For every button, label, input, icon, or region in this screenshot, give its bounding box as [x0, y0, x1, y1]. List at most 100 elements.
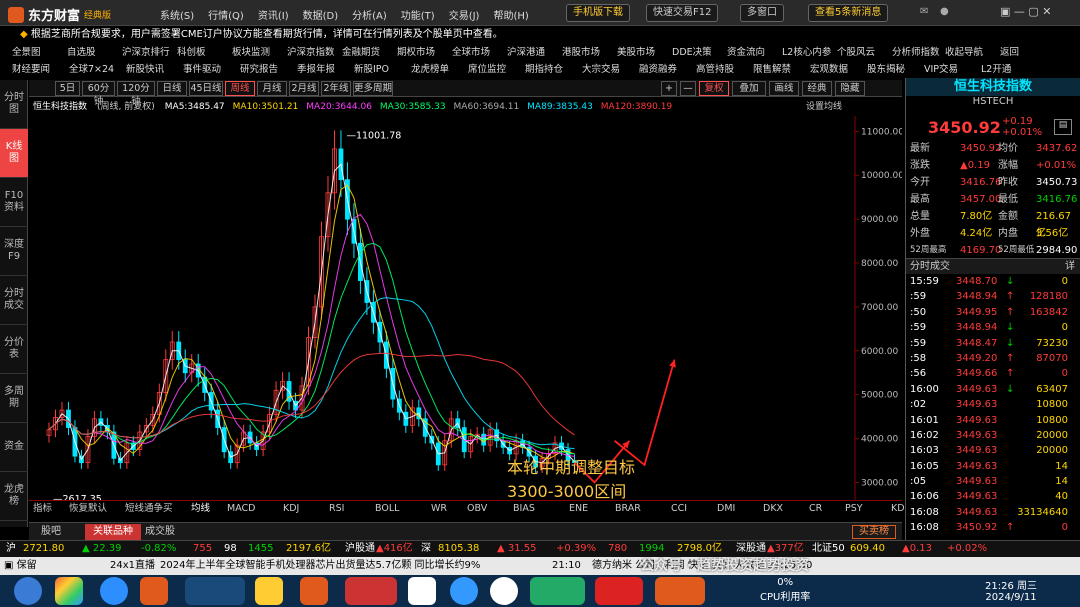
- eastmoney-icon-3[interactable]: [655, 577, 705, 605]
- mobile-download-button[interactable]: 手机版下载: [566, 4, 630, 22]
- kline-chart[interactable]: 11000.00 10000.00 9000.00 8000.00 7000.00 600…: [29, 116, 902, 500]
- left-tab[interactable]: 分时成交: [0, 276, 28, 325]
- bottom-tab[interactable]: 股吧: [33, 524, 69, 540]
- nav-item[interactable]: 自选股: [67, 45, 96, 61]
- indicator-tab[interactable]: DKX: [763, 501, 783, 516]
- ticker-live[interactable]: 24x1直播: [110, 557, 155, 575]
- user-icon[interactable]: ●: [940, 6, 949, 17]
- nav-item[interactable]: VIP交易: [924, 62, 958, 78]
- app-icon-5[interactable]: [450, 577, 478, 605]
- left-tab[interactable]: 深度F9: [0, 227, 28, 276]
- nav-item[interactable]: 高管持股: [696, 62, 734, 78]
- left-tab[interactable]: 龙虎榜: [0, 472, 28, 521]
- nav-item[interactable]: 龙虎榜单: [411, 62, 449, 78]
- period-button[interactable]: 120分钟: [117, 81, 155, 107]
- nav-item[interactable]: 研究报告: [240, 62, 278, 78]
- nav-item[interactable]: 事件驱动: [183, 62, 221, 78]
- nav-item[interactable]: 美股市场: [617, 45, 655, 61]
- trades-more-button[interactable]: 详: [1065, 259, 1075, 275]
- cards-icon[interactable]: [408, 577, 436, 605]
- nav-item[interactable]: 资金流向: [727, 45, 765, 61]
- ticker-news[interactable]: 2024年上半年全球智能手机处理器芯片出货量达5.7亿颗 同比增长约9%: [160, 557, 480, 575]
- quick-trade-button[interactable]: 快速交易F12: [646, 4, 719, 22]
- news-alert-button[interactable]: 查看5条新消息: [808, 4, 889, 22]
- period-button[interactable]: 月线: [257, 81, 287, 96]
- menu-item-5[interactable]: 功能(T): [401, 7, 435, 22]
- left-tab[interactable]: F10资料: [0, 178, 28, 227]
- buy-sell-rank-button[interactable]: 买卖榜: [852, 525, 896, 539]
- chart-tool-button[interactable]: 隐藏: [835, 81, 865, 96]
- nav-item[interactable]: 收起导航: [945, 45, 983, 61]
- ticker-left[interactable]: ▣ 保留: [4, 557, 37, 575]
- indicator-tab[interactable]: CCI: [671, 501, 687, 516]
- nav-item[interactable]: 限售解禁: [753, 62, 791, 78]
- indicator-tab[interactable]: BIAS: [513, 501, 535, 516]
- browser-icon[interactable]: [100, 577, 128, 605]
- task-app-2[interactable]: [185, 577, 245, 605]
- indicator-tab[interactable]: 均线: [191, 501, 210, 516]
- k-icon[interactable]: [490, 577, 518, 605]
- left-tab[interactable]: 分时图: [0, 80, 28, 129]
- left-tab[interactable]: 多周期: [0, 374, 28, 423]
- bottom-tab[interactable]: 关联品种: [85, 524, 141, 540]
- eastmoney-icon[interactable]: [140, 577, 168, 605]
- indicator-tab[interactable]: PSY: [845, 501, 863, 516]
- mail-icon[interactable]: ✉: [920, 6, 928, 17]
- nav-item[interactable]: 科创板: [177, 45, 206, 61]
- nav-item[interactable]: 新股快讯: [126, 62, 164, 78]
- period-button[interactable]: 2月线: [289, 81, 319, 96]
- menu-item-4[interactable]: 分析(A): [352, 7, 387, 22]
- period-button[interactable]: 2年线: [321, 81, 351, 96]
- indicator-tab[interactable]: CR: [809, 501, 822, 516]
- period-button[interactable]: 日线: [157, 81, 187, 96]
- nav-item[interactable]: 返回: [1000, 45, 1019, 61]
- indicator-tab[interactable]: KD: [891, 501, 905, 516]
- nav-item[interactable]: 融资融券: [639, 62, 677, 78]
- nav-item[interactable]: 席位监控: [468, 62, 506, 78]
- nav-item[interactable]: 全景图: [12, 45, 41, 61]
- chart-tool-button[interactable]: 经典: [802, 81, 832, 96]
- clock[interactable]: 21:26 周三 2024/9/11: [985, 577, 1037, 603]
- indicator-tab[interactable]: WR: [431, 501, 447, 516]
- nav-item[interactable]: 港股市场: [562, 45, 600, 61]
- chart-tool-button[interactable]: —: [680, 81, 696, 96]
- indicator-tab[interactable]: 恢复默认: [69, 501, 107, 516]
- period-button[interactable]: 60分钟: [82, 81, 115, 107]
- bottom-tab[interactable]: 成交股: [137, 524, 183, 540]
- nav-item[interactable]: 板块监测: [232, 45, 270, 61]
- nav-item[interactable]: 新股IPO: [354, 62, 389, 78]
- period-button[interactable]: 周线: [225, 81, 255, 96]
- menu-item-1[interactable]: 行情(Q): [208, 7, 244, 22]
- wechat-icon[interactable]: [530, 577, 585, 605]
- period-button[interactable]: 更多周期: [353, 81, 393, 96]
- indicator-tab[interactable]: DMI: [717, 501, 735, 516]
- indicator-tab[interactable]: OBV: [467, 501, 487, 516]
- indicator-tab[interactable]: KDJ: [283, 501, 299, 516]
- task-app-3[interactable]: [345, 577, 397, 605]
- left-tab[interactable]: K线图: [0, 129, 28, 178]
- left-tab[interactable]: 资金: [0, 423, 28, 472]
- multi-window-button[interactable]: 多窗口: [740, 4, 784, 22]
- chart-tool-button[interactable]: 画线: [769, 81, 799, 96]
- expand-icon[interactable]: ▤: [1054, 119, 1072, 135]
- nav-item[interactable]: 期指持仓: [525, 62, 563, 78]
- period-button[interactable]: 45日线: [189, 81, 223, 96]
- chart-tool-button[interactable]: 复权: [699, 81, 729, 96]
- nav-item[interactable]: L2核心内参: [782, 45, 831, 61]
- indicator-tab[interactable]: MACD: [227, 501, 255, 516]
- nav-item[interactable]: DDE决策: [672, 45, 712, 61]
- nav-item[interactable]: 分析师指数: [892, 45, 940, 61]
- nav-item[interactable]: 金融期货: [342, 45, 380, 61]
- nav-item[interactable]: 全球市场: [452, 45, 490, 61]
- window-controls[interactable]: ▣ — ▢ ✕: [1000, 5, 1052, 18]
- nav-item[interactable]: 财经要闻: [12, 62, 50, 78]
- start-icon[interactable]: [14, 577, 42, 605]
- nav-item[interactable]: L2开通: [981, 62, 1011, 78]
- nav-item[interactable]: 季报年报: [297, 62, 335, 78]
- menu-item-7[interactable]: 帮助(H): [493, 7, 528, 22]
- indicator-tab[interactable]: ENE: [569, 501, 588, 516]
- eastmoney-icon-2[interactable]: [300, 577, 328, 605]
- indicator-tab[interactable]: 指标: [33, 501, 52, 516]
- nav-item[interactable]: 沪深京指数: [287, 45, 335, 61]
- indicator-tab[interactable]: 短线通争买: [125, 501, 173, 516]
